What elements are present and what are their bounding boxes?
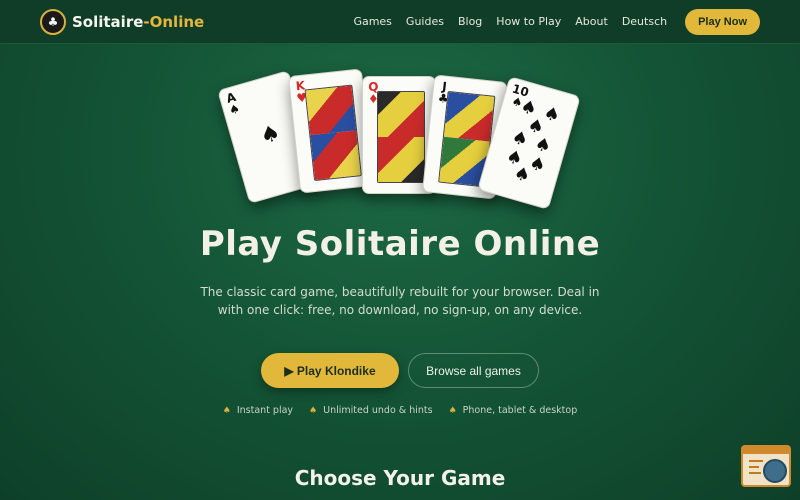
logo[interactable]: ♣ Solitaire-Online bbox=[40, 8, 204, 35]
card-suit: ♠ bbox=[227, 101, 242, 118]
logo-text-main: Solitaire bbox=[72, 12, 144, 31]
play-klondike-button[interactable]: ▶ Play Klondike bbox=[261, 353, 399, 388]
widget-titlebar bbox=[743, 447, 789, 454]
nav-about[interactable]: About bbox=[575, 15, 608, 28]
browse-all-games-button[interactable]: Browse all games bbox=[408, 353, 539, 388]
spade-icon: ♠ bbox=[257, 120, 284, 150]
feature-item: ♠ Phone, tablet & desktop bbox=[449, 405, 578, 416]
card-corner: A ♠ bbox=[224, 90, 242, 118]
feature-list: ♠ Instant play ♠ Unlimited undo & hints … bbox=[0, 405, 800, 416]
main-nav: Games Guides Blog How to Play About Deut… bbox=[353, 15, 667, 28]
hero-subtitle: The classic card game, beautifully rebui… bbox=[200, 285, 600, 317]
hero-card-fan: A ♠ ♠ K ♥ Q ♦ J ♣ 10 ♠ ♠ ♠ ♠ ♠ ♠ ♠ ♠ ♠ bbox=[0, 60, 800, 220]
play-now-button[interactable]: Play Now bbox=[685, 8, 760, 35]
king-face-icon bbox=[304, 84, 362, 182]
widget-line bbox=[749, 472, 761, 474]
nav-deutsch[interactable]: Deutsch bbox=[622, 15, 667, 28]
logo-text-accent: -Online bbox=[143, 12, 205, 31]
nav-blog[interactable]: Blog bbox=[458, 15, 482, 28]
site-header: ♣ Solitaire-Online Games Guides Blog How… bbox=[0, 0, 800, 44]
feature-label: Phone, tablet & desktop bbox=[462, 405, 578, 416]
feature-label: Instant play bbox=[236, 405, 294, 416]
search-widget-icon[interactable] bbox=[741, 445, 791, 487]
hero-title: Play Solitaire Online bbox=[199, 224, 601, 264]
magnifier-icon bbox=[763, 459, 787, 483]
nav-how-to-play[interactable]: How to Play bbox=[496, 15, 561, 28]
feature-item: ♠ Instant play bbox=[223, 405, 293, 416]
feature-label: Unlimited undo & hints bbox=[323, 405, 433, 416]
widget-line bbox=[749, 466, 759, 468]
spade-bullet-icon: ♠ bbox=[309, 405, 318, 416]
spade-bullet-icon: ♠ bbox=[448, 405, 457, 416]
section-title: Choose Your Game bbox=[294, 466, 506, 490]
card-suits-icon: ♣ bbox=[40, 8, 66, 35]
widget-line bbox=[749, 460, 763, 462]
nav-games[interactable]: Games bbox=[353, 15, 391, 28]
nav-guides[interactable]: Guides bbox=[406, 15, 444, 28]
logo-text: Solitaire-Online bbox=[72, 13, 204, 31]
spade-bullet-icon: ♠ bbox=[222, 405, 231, 416]
queen-face-icon bbox=[377, 91, 425, 183]
feature-item: ♠ Unlimited undo & hints bbox=[309, 405, 433, 416]
